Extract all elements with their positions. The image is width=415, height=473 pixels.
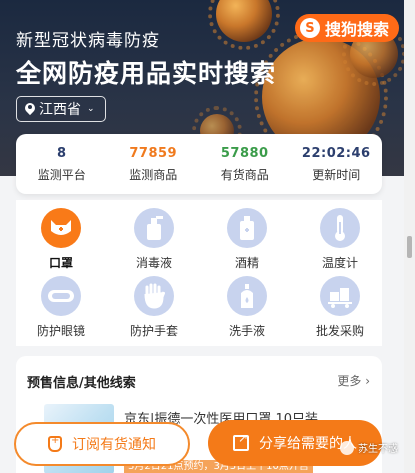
category-grid: 口罩 消毒液 酒精 温度计 防护眼镜 防护手套 洗手液 批发采购 <box>16 200 382 346</box>
stat-products: 77859 监测商品 <box>108 134 200 194</box>
stats-card: 8 监测平台 77859 监测商品 57880 有货商品 22:02:46 更新… <box>16 134 382 194</box>
category-alcohol[interactable]: 酒精 <box>212 208 282 271</box>
chevron-down-icon: ⌄ <box>87 104 95 114</box>
more-label: 更多 <box>337 374 362 388</box>
stat-value: 57880 <box>220 146 269 161</box>
location-pin-icon <box>25 103 35 115</box>
watermark-label: 苏生不惑 <box>358 444 398 455</box>
handwash-icon <box>227 276 267 316</box>
region-selector[interactable]: 江西省 ⌄ <box>16 96 106 122</box>
stat-value: 8 <box>56 146 67 161</box>
wechat-icon <box>340 440 354 455</box>
disinfectant-icon <box>134 208 174 248</box>
category-handwash[interactable]: 洗手液 <box>212 276 282 339</box>
alcohol-bottle-icon <box>227 208 267 248</box>
stat-update-time: 22:02:46 更新时间 <box>291 134 383 194</box>
hero-title: 全网防疫用品实时搜索 <box>16 59 277 88</box>
region-label: 江西省 <box>39 102 81 118</box>
stat-platforms: 8 监测平台 <box>16 134 108 194</box>
glove-icon <box>134 276 174 316</box>
category-disinfectant[interactable]: 消毒液 <box>119 208 189 271</box>
stat-label: 更新时间 <box>312 168 361 182</box>
stat-value: 77859 <box>129 146 178 161</box>
share-icon <box>233 431 249 451</box>
virus-illustration <box>208 0 280 50</box>
stat-label: 有货商品 <box>220 168 269 182</box>
category-thermometer[interactable]: 温度计 <box>305 208 375 271</box>
sogou-search-badge[interactable]: S 搜狗搜索 <box>294 14 399 42</box>
category-wholesale[interactable]: 批发采购 <box>305 276 375 339</box>
category-goggles[interactable]: 防护眼镜 <box>26 276 96 339</box>
category-label: 防护手套 <box>129 324 178 338</box>
category-gloves[interactable]: 防护手套 <box>119 276 189 339</box>
stat-label: 监测商品 <box>129 168 178 182</box>
sogou-logo-icon: S <box>299 18 320 38</box>
category-label: 消毒液 <box>135 256 172 270</box>
mask-icon <box>41 208 81 248</box>
category-label: 口罩 <box>48 256 73 270</box>
stat-label: 监测平台 <box>37 168 86 182</box>
vertical-scrollbar[interactable] <box>404 0 415 473</box>
subscribe-label: 订阅有货通知 <box>72 437 156 453</box>
scrollbar-thumb[interactable] <box>407 236 412 258</box>
brand-label: 搜狗搜索 <box>324 20 389 39</box>
chevron-right-icon: › <box>365 374 370 388</box>
subscribe-stock-button[interactable]: 订阅有货通知 <box>14 422 190 466</box>
hero-subtitle: 新型冠状病毒防疫 <box>16 31 160 51</box>
page: 新型冠状病毒防疫 全网防疫用品实时搜索 江西省 ⌄ S 搜狗搜索 8 监测平台 … <box>0 0 404 473</box>
category-label: 防护眼镜 <box>36 324 85 338</box>
category-label: 批发采购 <box>315 324 364 338</box>
watermark: 苏生不惑 <box>340 440 398 455</box>
goggles-icon <box>41 276 81 316</box>
category-mask[interactable]: 口罩 <box>26 208 96 271</box>
wholesale-icon <box>320 276 360 316</box>
stat-in-stock: 57880 有货商品 <box>199 134 291 194</box>
section-title: 预售信息/其他线索 <box>27 376 136 391</box>
thermometer-icon <box>320 208 360 248</box>
category-label: 酒精 <box>234 256 259 270</box>
subscribe-icon <box>48 435 62 452</box>
more-link[interactable]: 更多 › <box>337 372 370 389</box>
stat-value: 22:02:46 <box>301 146 371 161</box>
category-label: 洗手液 <box>228 324 265 338</box>
category-label: 温度计 <box>321 256 358 270</box>
